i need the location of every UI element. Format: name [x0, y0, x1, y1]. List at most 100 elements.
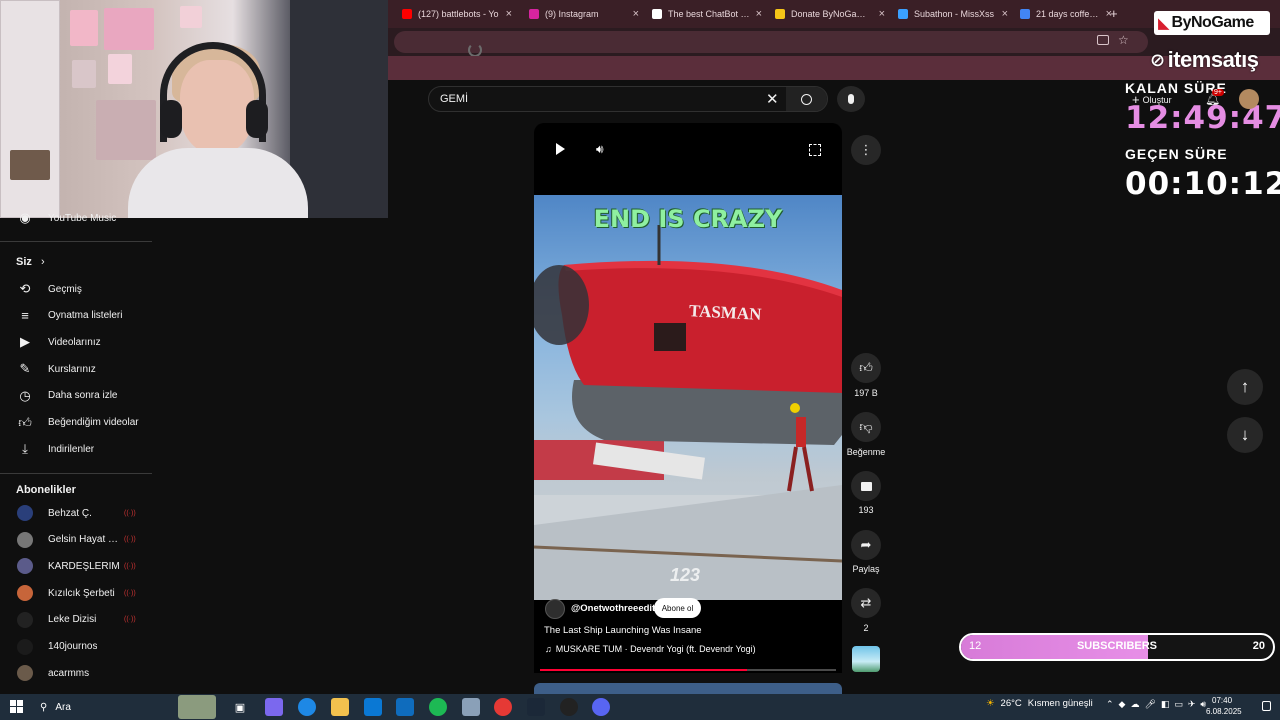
previous-short-button[interactable]: ↑: [1227, 369, 1263, 405]
subscription-item[interactable]: Kızılcık Şerbeti ((·)): [0, 580, 152, 606]
new-tab-button[interactable]: +: [1110, 6, 1118, 21]
browser-tab[interactable]: The best ChatBot an ×: [644, 4, 762, 24]
sidebar-item-watch-later[interactable]: ◷ Daha sonra izle: [0, 383, 152, 409]
steam-icon[interactable]: [527, 698, 545, 716]
live-indicator-icon: ((·)): [124, 536, 136, 544]
close-tab-icon[interactable]: ×: [633, 8, 639, 20]
your-videos-icon: ▶: [20, 334, 30, 350]
watch-later-icon: ◷: [19, 387, 31, 403]
dislike-button[interactable]: 👎︎: [851, 412, 881, 442]
file-explorer-icon[interactable]: [331, 698, 349, 716]
more-options-button[interactable]: ⋮: [851, 135, 881, 165]
remix-icon: ⇄: [860, 595, 872, 610]
bookmark-star-icon[interactable]: ☆: [1118, 33, 1129, 47]
history-icon: ⟲: [19, 281, 31, 296]
task-view-icon[interactable]: ▣: [231, 698, 249, 716]
fullscreen-icon[interactable]: [809, 144, 821, 156]
browser-tab[interactable]: (127) battlebots - Yo ×: [394, 4, 512, 24]
sidebar-item-playlists[interactable]: ≡ Oynatma listeleri: [0, 303, 152, 329]
video-title[interactable]: The Last Ship Launching Was Insane: [544, 625, 702, 636]
sidebar-item-liked-videos[interactable]: 👍︎ Beğendiğim videolar: [0, 410, 152, 436]
close-tab-icon[interactable]: ×: [756, 8, 762, 20]
play-icon[interactable]: [556, 143, 565, 155]
outlook-icon[interactable]: [396, 698, 414, 716]
browser-tab[interactable]: Subathon - MissXss ×: [890, 4, 1008, 24]
search-button[interactable]: [786, 87, 827, 111]
music-info[interactable]: ♫ MUSKARE TUM · Devendr Yogi (ft. Devend…: [545, 644, 756, 654]
channel-avatar[interactable]: [545, 599, 565, 619]
sponsor-bynogame-logo: ◣ ByNoGame: [1154, 11, 1270, 35]
subscribe-button[interactable]: Abone ol: [654, 598, 701, 618]
remix-button[interactable]: ⇄: [851, 588, 881, 618]
install-app-icon[interactable]: [1097, 35, 1109, 45]
copilot-icon[interactable]: [265, 698, 283, 716]
account-avatar[interactable]: [1239, 89, 1259, 109]
browser-tab[interactable]: 21 days coffee - Goo×: [1012, 4, 1112, 24]
subscription-item[interactable]: acarmms: [0, 660, 152, 686]
comments-button[interactable]: [851, 471, 881, 501]
obs-icon[interactable]: [560, 698, 578, 716]
sidebar-item-courses[interactable]: ✎ Kurslarınız: [0, 356, 152, 382]
sidebar-item-youtube-music[interactable]: ◉ YouTube Music: [0, 205, 152, 231]
clock-date[interactable]: 6.08.2025: [1206, 707, 1242, 716]
like-count: 197 B: [854, 388, 878, 398]
subscription-name: Leke Dizisi: [48, 614, 97, 626]
close-tab-icon[interactable]: ×: [879, 8, 885, 20]
live-indicator-icon: ((·)): [124, 509, 136, 517]
search-input[interactable]: GEMİ: [440, 93, 468, 105]
search-icon: ⚲: [40, 701, 48, 713]
like-button[interactable]: 👍︎: [851, 353, 881, 383]
sidebar-item-your-videos[interactable]: ▶ Videolarınız: [0, 329, 152, 355]
spotify-icon[interactable]: [429, 698, 447, 716]
video-frame[interactable]: END IS CRAZY TASMAN 123: [534, 195, 842, 600]
channel-name[interactable]: @Onetwothreeedit: [571, 603, 655, 614]
sidebar-item-label: Geçmiş: [48, 283, 82, 295]
notification-center-icon[interactable]: [1262, 701, 1271, 711]
comment-count: 193: [858, 505, 874, 515]
subscription-name: acarmms: [48, 667, 90, 679]
you-section-title[interactable]: Siz ›: [16, 256, 45, 268]
subscription-name: Kızılcık Şerbeti: [48, 587, 115, 599]
volume-icon[interactable]: 🔊︎: [596, 142, 604, 157]
clear-search-icon[interactable]: ✕: [766, 90, 779, 108]
sidebar-item-label: Daha sonra izle: [48, 390, 118, 402]
next-short-button[interactable]: ↓: [1227, 417, 1263, 453]
courses-icon: ✎: [19, 361, 31, 377]
share-icon: ➦: [860, 537, 872, 552]
sidebar-item-label: Beğendiğim videolar: [48, 417, 139, 428]
voice-search-button[interactable]: [837, 86, 865, 112]
search-icon: [801, 93, 812, 105]
discord-icon[interactable]: [592, 698, 610, 716]
notifications-button[interactable]: 🔔︎ 9+: [1205, 89, 1224, 106]
subscription-item[interactable]: 140journos: [0, 634, 152, 660]
downloads-icon: ⤓: [22, 441, 28, 457]
share-button[interactable]: ➦: [851, 530, 881, 560]
chrome-icon[interactable]: [494, 698, 512, 716]
subscription-item[interactable]: Gelsin Hayat Bild...((·)): [0, 527, 152, 553]
tray-icons[interactable]: ⌃◆☁🎤︎◧▭✈🔊︎: [1106, 699, 1211, 710]
store-icon[interactable]: [364, 698, 382, 716]
search-highlight-icon: [178, 695, 216, 719]
clock-time[interactable]: 07:40: [1212, 696, 1232, 705]
playlists-icon: ≡: [21, 308, 29, 324]
more-vert-icon: ⋮: [859, 142, 873, 157]
subscription-item[interactable]: Leke Dizisi ((·)): [0, 607, 152, 633]
remix-count: 2: [863, 623, 869, 633]
browser-tab[interactable]: Donate ByNoGame - ×: [767, 4, 885, 24]
subscription-item[interactable]: KARDEŞLERİM ((·)): [0, 553, 152, 579]
browser-tab[interactable]: (9) Instagram ×: [521, 4, 639, 24]
liked-videos-icon: 👍︎: [18, 414, 32, 430]
edge-icon[interactable]: [298, 698, 316, 716]
windows-start-icon[interactable]: [10, 700, 23, 713]
sound-thumbnail[interactable]: [852, 646, 880, 672]
subscription-item[interactable]: Behzat Ç. ((·)): [0, 500, 152, 526]
sidebar-item-history[interactable]: ⟲ Geçmiş: [0, 276, 152, 302]
settings-icon[interactable]: [462, 698, 480, 716]
create-button[interactable]: + Oluştur: [1132, 92, 1172, 107]
weather-widget[interactable]: ☀ 26°C Kısmen güneşli: [986, 698, 1093, 709]
sidebar-item-downloads[interactable]: ⤓ İndirilenler: [0, 436, 152, 462]
tab-title: Subathon - MissXss: [914, 9, 995, 19]
close-tab-icon[interactable]: ×: [506, 8, 512, 20]
address-input[interactable]: [394, 31, 1148, 53]
close-tab-icon[interactable]: ×: [1002, 8, 1008, 20]
